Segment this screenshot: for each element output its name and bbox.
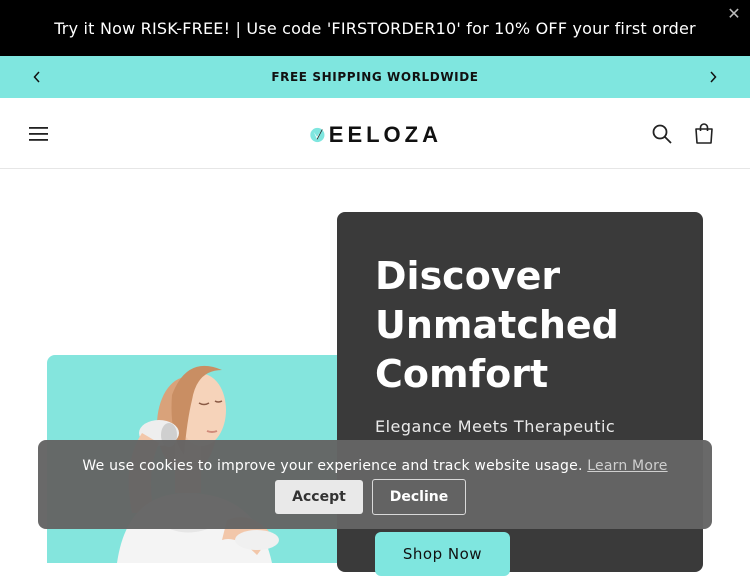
shipping-text: FREE SHIPPING WORLDWIDE xyxy=(271,70,479,84)
shopping-bag-icon[interactable] xyxy=(692,122,716,146)
hero-subtitle: Elegance Meets Therapeutic xyxy=(375,417,616,436)
shipping-bar: FREE SHIPPING WORLDWIDE xyxy=(0,56,750,98)
site-logo[interactable]: EELOZA xyxy=(310,110,442,160)
cookie-message: We use cookies to improve your experienc… xyxy=(38,458,712,474)
logo-mark-icon xyxy=(310,127,325,143)
chevron-right-icon[interactable] xyxy=(698,56,728,98)
close-icon[interactable]: ✕ xyxy=(726,6,742,22)
hero-title: Discover Unmatched Comfort xyxy=(375,254,619,396)
decline-cookies-button[interactable]: Decline xyxy=(372,479,466,515)
accept-cookies-button[interactable]: Accept xyxy=(275,480,363,514)
hamburger-menu-icon[interactable] xyxy=(28,124,50,144)
search-icon[interactable] xyxy=(650,122,674,146)
chevron-left-icon[interactable] xyxy=(22,56,52,98)
announcement-bar: Try it Now RISK-FREE! | Use code 'FIRSTO… xyxy=(0,0,750,56)
cookie-message-text: We use cookies to improve your experienc… xyxy=(82,458,583,474)
announcement-text: Try it Now RISK-FREE! | Use code 'FIRSTO… xyxy=(54,18,696,38)
site-header: EELOZA xyxy=(0,98,750,169)
learn-more-link[interactable]: Learn More xyxy=(587,458,667,474)
cookie-banner: We use cookies to improve your experienc… xyxy=(38,440,712,529)
logo-text: EELOZA xyxy=(328,122,442,147)
shop-now-button[interactable]: Shop Now xyxy=(375,532,510,576)
